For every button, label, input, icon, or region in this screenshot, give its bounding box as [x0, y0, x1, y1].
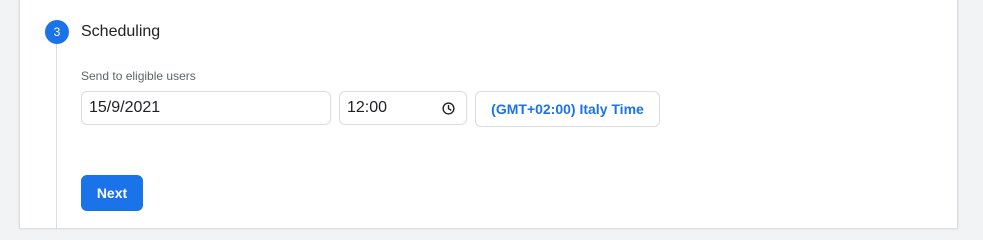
date-value: 15/9/2021	[89, 99, 161, 116]
send-to-label: Send to eligible users	[81, 69, 196, 83]
timezone-button[interactable]: (GMT+02:00) Italy Time	[475, 91, 660, 127]
step-number-badge: 3	[45, 20, 69, 44]
time-input[interactable]: 12:00	[339, 91, 467, 125]
clock-icon[interactable]	[442, 102, 455, 115]
step-title: Scheduling	[81, 23, 161, 40]
scheduling-card: 3 Scheduling Send to eligible users 15/9…	[19, 0, 958, 228]
time-value: 12:00	[347, 99, 388, 116]
next-button[interactable]: Next	[81, 175, 143, 211]
date-input[interactable]: 15/9/2021	[81, 91, 331, 125]
step-connector-line	[56, 44, 57, 228]
